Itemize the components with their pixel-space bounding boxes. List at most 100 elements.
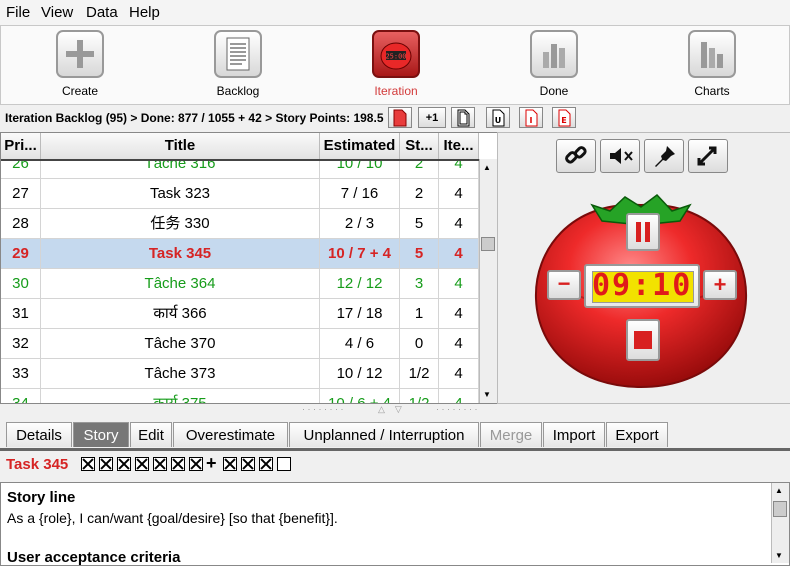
pause-button[interactable] xyxy=(626,213,660,251)
svg-text:I: I xyxy=(530,116,533,125)
pin-icon xyxy=(655,146,675,167)
table-row[interactable]: 28 任务 330 2 / 354 xyxy=(1,209,479,239)
col-iteration[interactable]: Ite... xyxy=(439,133,479,159)
increase-time-button[interactable]: + xyxy=(703,270,737,300)
cell-estimated: 10 / 6 + 4 xyxy=(320,389,400,403)
unplanned-doc-button[interactable]: U xyxy=(486,107,510,128)
story-header: Task 345 + xyxy=(0,450,790,480)
cell-estimated: 10 / 7 + 4 xyxy=(320,239,400,269)
cell-story-points: 5 xyxy=(400,239,439,269)
split-pane-divider[interactable]: · · · · · · · · △ ▽ · · · · · · · · xyxy=(0,404,790,418)
scroll-thumb[interactable] xyxy=(481,237,495,251)
scroll-up-icon[interactable]: ▲ xyxy=(483,163,491,172)
iteration-button[interactable]: 25:00 Iteration xyxy=(356,30,436,102)
col-estimated[interactable]: Estimated xyxy=(320,133,400,159)
cell-priority: 30 xyxy=(1,269,41,299)
resize-button[interactable] xyxy=(688,139,728,173)
tab-unplanned-interruption[interactable]: Unplanned / Interruption xyxy=(289,422,479,447)
cell-story-points: 0 xyxy=(400,329,439,359)
pomodoro-done-box xyxy=(171,457,185,471)
external-doc-button[interactable]: E xyxy=(552,107,576,128)
tab-details[interactable]: Details xyxy=(6,422,72,447)
sound-mute-icon xyxy=(610,148,633,164)
cell-title: Tâche 373 xyxy=(41,359,320,389)
iteration-table: Pri... Title Estimated St... Ite... 26 Tâ… xyxy=(0,132,498,404)
pomodoro-done-box xyxy=(99,457,113,471)
plus-icon xyxy=(56,30,104,78)
pomodoro-done-box xyxy=(259,457,273,471)
tab-story[interactable]: Story xyxy=(73,422,129,447)
story-editor[interactable]: Story line As a {role}, I can/want {goal… xyxy=(0,482,790,566)
svg-text:U: U xyxy=(495,116,502,125)
scroll-down-icon[interactable]: ▼ xyxy=(483,390,491,399)
timer-panel: − 09:10 + xyxy=(497,132,790,404)
story-line-text: As a {role}, I can/want {goal/desire} [s… xyxy=(7,510,338,526)
create-button[interactable]: Create xyxy=(40,30,120,102)
decrease-time-button[interactable]: − xyxy=(547,270,581,300)
cell-estimated: 10 / 12 xyxy=(320,359,400,389)
story-scroll-up-icon[interactable]: ▲ xyxy=(775,486,783,495)
table-row[interactable]: 26 Tâche 316 10 / 10 2 4 xyxy=(1,161,479,179)
mute-button[interactable] xyxy=(600,139,640,173)
story-scroll-down-icon[interactable]: ▼ xyxy=(775,551,783,560)
cell-title: 任务 330 xyxy=(41,209,320,239)
cell-iteration: 4 xyxy=(439,161,479,179)
table-scrollbar[interactable]: ▲ ▼ xyxy=(479,159,497,403)
cell-iteration: 4 xyxy=(439,179,479,209)
detail-tabs: Details Story Edit Overestimate Unplanne… xyxy=(0,420,790,451)
menu-file[interactable]: File xyxy=(6,4,30,21)
new-document-button[interactable] xyxy=(388,107,412,128)
col-story-points[interactable]: St... xyxy=(400,133,439,159)
table-body: 26 Tâche 316 10 / 10 2 4 27 Task 323 7 / 16 2 4 28… xyxy=(1,161,479,403)
col-title[interactable]: Title xyxy=(41,133,320,159)
charts-label: Charts xyxy=(694,84,730,98)
table-row[interactable]: 27 Task 323 7 / 16 2 4 xyxy=(1,179,479,209)
timer-display: 09:10 xyxy=(584,264,700,308)
cell-estimated: 2 / 3 xyxy=(320,209,400,239)
menu-view[interactable]: View xyxy=(41,4,73,21)
link-button[interactable] xyxy=(556,139,596,173)
copy-icon xyxy=(457,109,470,127)
col-priority[interactable]: Pri... xyxy=(1,133,41,159)
interruption-doc-button[interactable]: I xyxy=(519,107,543,128)
iteration-summary-bar: Iteration Backlog (95) > Done: 877 / 105… xyxy=(0,106,496,130)
pomodoro-done-box xyxy=(241,457,255,471)
tab-export[interactable]: Export xyxy=(606,422,668,447)
table-row[interactable]: 32 Tâche 370 4 / 604 xyxy=(1,329,479,359)
tab-edit[interactable]: Edit xyxy=(130,422,172,447)
cell-iteration: 4 xyxy=(439,329,479,359)
cell-title: Task 345 xyxy=(41,239,320,269)
overestimate-plus-icon: + xyxy=(206,453,217,473)
add-pomodoro-button[interactable]: +1 xyxy=(418,107,446,128)
cell-iteration: 4 xyxy=(439,269,479,299)
selected-task-title: Task 345 xyxy=(6,456,69,473)
cell-priority: 26 xyxy=(1,161,41,179)
table-row[interactable]: 34कार्य 37510 / 6 + 41/24 xyxy=(1,389,479,403)
tab-import[interactable]: Import xyxy=(543,422,605,447)
pomodoro-done-box xyxy=(117,457,131,471)
story-scroll-thumb[interactable] xyxy=(773,501,787,517)
table-row[interactable]: 29 Task 345 10 / 7 + 454 xyxy=(1,239,479,269)
story-scrollbar[interactable]: ▲ ▼ xyxy=(771,483,789,563)
tab-overestimate[interactable]: Overestimate xyxy=(173,422,288,447)
cell-story-points: 5 xyxy=(400,209,439,239)
copy-button[interactable] xyxy=(451,107,475,128)
table-row[interactable]: 33 Tâche 373 10 / 12 1/2 4 xyxy=(1,359,479,389)
cell-title: Tâche 370 xyxy=(41,329,320,359)
iteration-summary: Iteration Backlog (95) > Done: 877 / 105… xyxy=(5,111,384,125)
stop-button[interactable] xyxy=(626,319,660,361)
done-button[interactable]: Done xyxy=(514,30,594,102)
menu-data[interactable]: Data xyxy=(86,4,118,21)
charts-button[interactable]: Charts xyxy=(672,30,752,102)
create-label: Create xyxy=(61,84,99,98)
backlog-button[interactable]: Backlog xyxy=(198,30,278,102)
table-row[interactable]: 30 Tâche 364 12 / 12 3 4 xyxy=(1,269,479,299)
cell-estimated: 17 / 18 xyxy=(320,299,400,329)
link-icon xyxy=(565,146,587,164)
pin-button[interactable] xyxy=(644,139,684,173)
menu-help[interactable]: Help xyxy=(129,4,160,21)
cell-iteration: 4 xyxy=(439,389,479,403)
table-row[interactable]: 31 कार्य 366 17 / 18 1 4 xyxy=(1,299,479,329)
cell-title: Tâche 364 xyxy=(41,269,320,299)
cell-priority: 32 xyxy=(1,329,41,359)
